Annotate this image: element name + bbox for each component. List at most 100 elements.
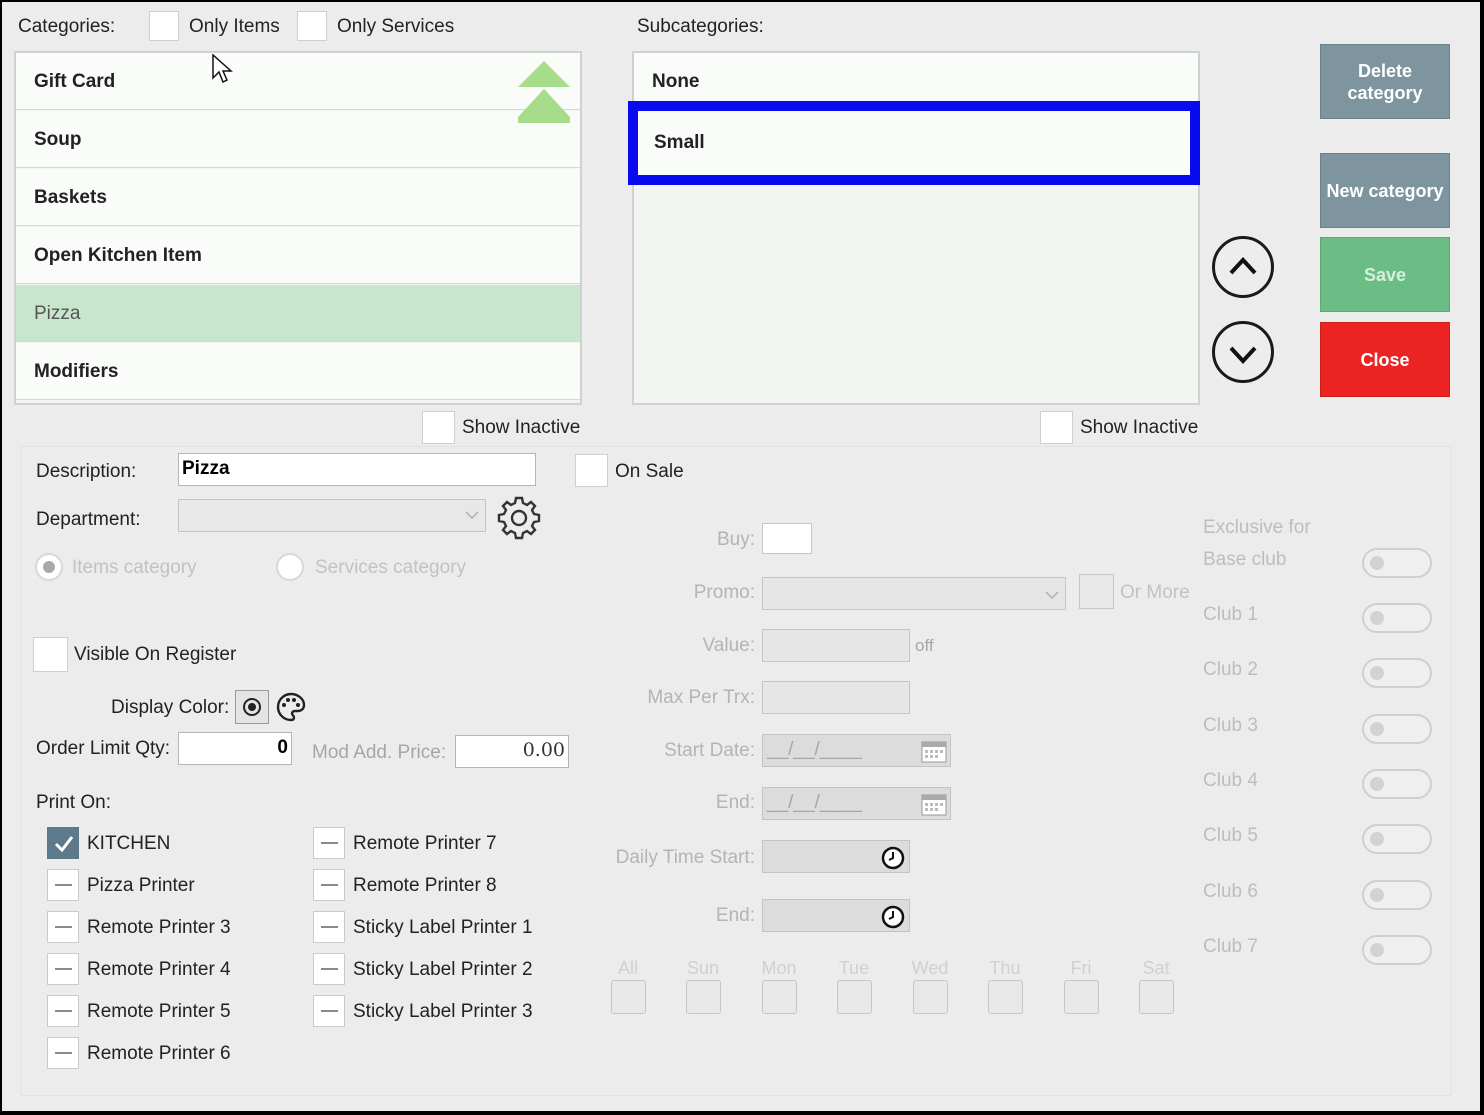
printer-checkbox-sticky-label-printer-1[interactable] — [313, 911, 345, 943]
delete-category-button[interactable]: Delete category — [1320, 44, 1450, 119]
move-up-button[interactable] — [1212, 236, 1274, 298]
save-button[interactable]: Save — [1320, 237, 1450, 312]
department-label: Department: — [36, 509, 141, 530]
day-checkbox-sat[interactable] — [1139, 980, 1174, 1014]
day-checkbox-fri[interactable] — [1064, 980, 1099, 1014]
close-button[interactable]: Close — [1320, 322, 1450, 397]
move-down-button[interactable] — [1212, 321, 1274, 383]
description-input[interactable]: Pizza — [178, 453, 536, 486]
department-select[interactable] — [178, 499, 486, 532]
club-toggle-1[interactable] — [1362, 603, 1432, 633]
printer-checkbox-sticky-label-printer-2[interactable] — [313, 953, 345, 985]
day-label-all: All — [617, 958, 638, 978]
on-sale-checkbox[interactable] — [575, 454, 608, 487]
off-label: off — [915, 636, 934, 655]
day-checkbox-tue[interactable] — [837, 980, 872, 1014]
subcategory-label-small: Small — [654, 132, 705, 153]
club-toggle-2[interactable] — [1362, 658, 1432, 688]
categories-list[interactable]: Gift Card Soup Baskets Open Kitchen Item… — [14, 51, 582, 405]
daily-time-start-input[interactable] — [762, 840, 910, 873]
only-services-label: Only Services — [337, 16, 455, 37]
services-category-label: Services category — [315, 557, 467, 578]
start-date-mask: __/__/____ — [767, 739, 863, 760]
printer-checkbox-remote-printer-6[interactable] — [47, 1037, 79, 1069]
calendar-icon[interactable] — [921, 739, 947, 763]
mod-add-price-label: Mod Add. Price: — [312, 742, 447, 763]
printer-checkbox-remote-printer-5[interactable] — [47, 995, 79, 1027]
category-row-open-kitchen-item[interactable]: Open Kitchen Item — [16, 227, 580, 284]
club-label-4: Club 4 — [1203, 770, 1258, 791]
day-label-mon: Mon — [761, 958, 797, 978]
printer-checkbox-remote-printer-8[interactable] — [313, 869, 345, 901]
only-items-checkbox[interactable] — [149, 11, 179, 41]
printer-checkbox-pizza-printer[interactable] — [47, 869, 79, 901]
value-label: Value: — [702, 635, 755, 656]
printer-label-sticky-label-printer-2: Sticky Label Printer 2 — [353, 959, 533, 980]
end-date-input[interactable]: __/__/____ — [762, 787, 951, 820]
day-checkbox-mon[interactable] — [762, 980, 797, 1014]
clock-icon[interactable] — [881, 846, 905, 870]
time-end-label: End: — [715, 905, 755, 926]
palette-icon[interactable] — [275, 691, 307, 723]
printer-checkbox-remote-printer-7[interactable] — [313, 827, 345, 859]
club-toggle-4[interactable] — [1362, 769, 1432, 799]
day-checkbox-thu[interactable] — [988, 980, 1023, 1014]
items-category-radio[interactable] — [35, 553, 63, 581]
max-per-trx-input[interactable] — [762, 681, 910, 714]
calendar-icon[interactable] — [921, 792, 947, 816]
day-label-wed: Wed — [911, 958, 949, 978]
club-toggle-3[interactable] — [1362, 714, 1432, 744]
gear-icon[interactable] — [495, 494, 543, 542]
show-inactive-categories-checkbox[interactable] — [422, 411, 455, 444]
new-category-button[interactable]: New category — [1320, 153, 1450, 228]
category-row-soup[interactable]: Soup — [16, 111, 580, 168]
items-category-label: Items category — [72, 557, 197, 578]
buy-input[interactable] — [762, 523, 812, 554]
day-label-sun: Sun — [686, 958, 720, 978]
value-input[interactable] — [762, 629, 910, 662]
start-date-input[interactable]: __/__/____ — [762, 734, 951, 767]
club-toggle-6[interactable] — [1362, 880, 1432, 910]
time-end-input[interactable] — [762, 899, 910, 932]
start-date-label: Start Date: — [664, 740, 755, 761]
day-checkbox-sun[interactable] — [686, 980, 721, 1014]
services-category-radio[interactable] — [276, 553, 304, 581]
chevron-up-icon — [1229, 257, 1257, 275]
category-row-baskets[interactable]: Baskets — [16, 169, 580, 226]
club-label-7: Club 7 — [1203, 936, 1258, 957]
subcategory-row-small-selected[interactable]: Small — [628, 101, 1200, 185]
club-label-base: Base club — [1203, 549, 1287, 570]
promo-select[interactable] — [762, 577, 1066, 610]
day-checkbox-wed[interactable] — [913, 980, 948, 1014]
club-label-3: Club 3 — [1203, 715, 1258, 736]
order-limit-input[interactable]: 0 — [178, 732, 292, 765]
only-items-label: Only Items — [189, 16, 280, 37]
category-row-pizza[interactable]: Pizza — [16, 285, 580, 342]
scroll-top-arrows-icon[interactable] — [516, 59, 572, 131]
mod-add-price-input[interactable]: 0.00 — [455, 735, 569, 768]
show-inactive-subcategories-checkbox[interactable] — [1040, 411, 1073, 444]
visible-on-register-checkbox[interactable] — [33, 637, 68, 672]
day-checkbox-all[interactable] — [611, 980, 646, 1014]
category-row-gift-card[interactable]: Gift Card — [16, 53, 580, 110]
club-toggle-base[interactable] — [1362, 548, 1432, 578]
print-on-label: Print On: — [36, 792, 111, 813]
club-toggle-5[interactable] — [1362, 824, 1432, 854]
category-row-modifiers[interactable]: Modifiers — [16, 343, 580, 400]
printer-checkbox-kitchen[interactable] — [47, 827, 79, 859]
day-label-fri: Fri — [1070, 958, 1092, 978]
club-toggle-7[interactable] — [1362, 935, 1432, 965]
or-more-checkbox[interactable] — [1079, 574, 1114, 609]
printer-checkbox-remote-printer-3[interactable] — [47, 911, 79, 943]
club-label-6: Club 6 — [1203, 881, 1258, 902]
only-services-checkbox[interactable] — [297, 11, 327, 41]
clock-icon[interactable] — [881, 905, 905, 929]
printer-checkbox-remote-printer-4[interactable] — [47, 953, 79, 985]
promo-label: Promo: — [693, 582, 755, 603]
show-inactive-subcategories-label: Show Inactive — [1080, 417, 1199, 438]
daily-time-start-label: Daily Time Start: — [615, 847, 755, 868]
color-swatch-button[interactable] — [235, 690, 269, 724]
printer-checkbox-sticky-label-printer-3[interactable] — [313, 995, 345, 1027]
exclusive-for-label: Exclusive for — [1203, 517, 1311, 538]
visible-on-register-label: Visible On Register — [74, 644, 237, 665]
